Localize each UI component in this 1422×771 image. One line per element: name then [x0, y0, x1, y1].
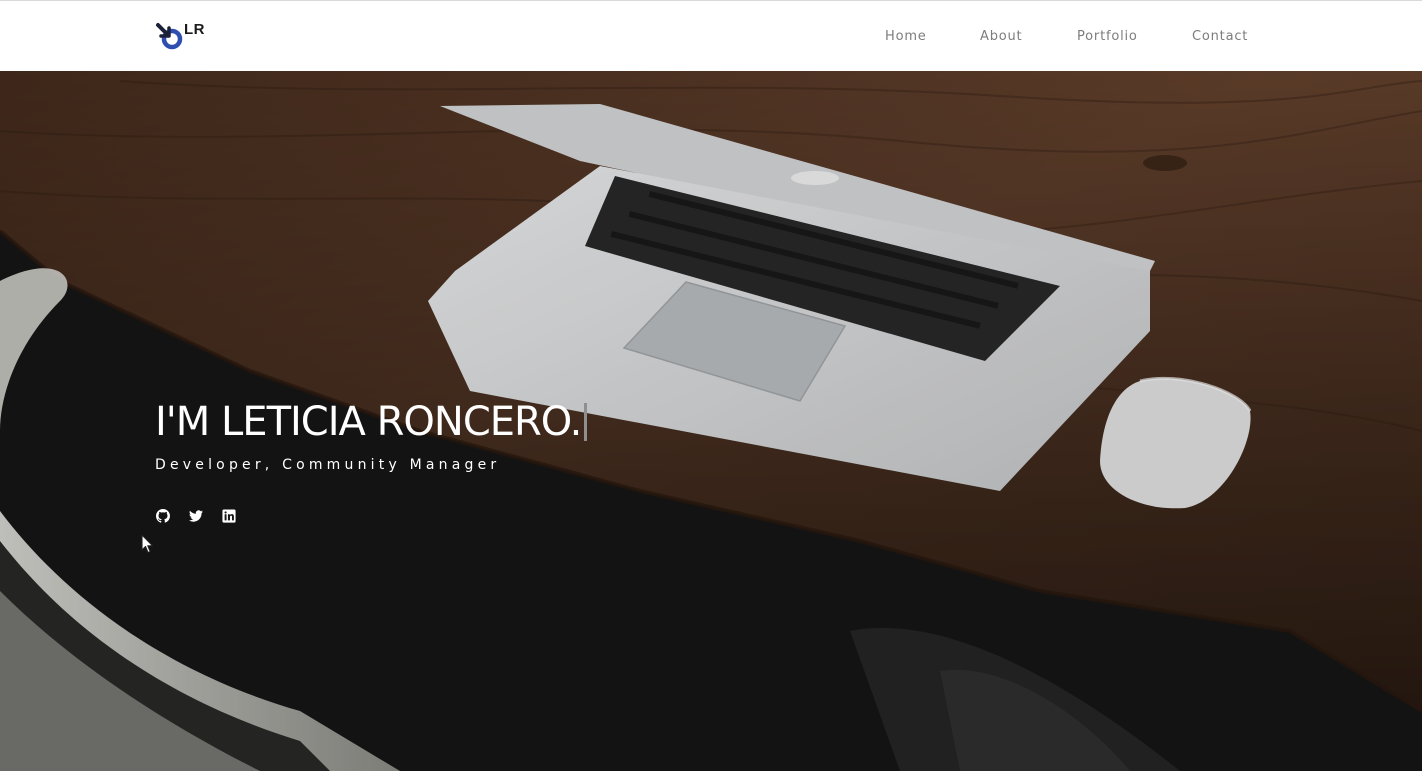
- nav-about[interactable]: About: [980, 29, 1022, 44]
- mouse-pointer-icon: [141, 534, 154, 554]
- twitter-link[interactable]: [188, 508, 204, 524]
- linkedin-icon: [222, 509, 236, 523]
- nav-home[interactable]: Home: [885, 29, 927, 44]
- nav-contact[interactable]: Contact: [1192, 29, 1248, 44]
- github-icon: [156, 509, 170, 523]
- hero-section: I'M LETICIA RONCERO. Developer, Communit…: [0, 71, 1422, 771]
- hero-headline: I'M LETICIA RONCERO.: [155, 399, 588, 445]
- linkedin-link[interactable]: [221, 508, 237, 524]
- nav-portfolio[interactable]: Portfolio: [1077, 29, 1138, 44]
- typing-caret: [584, 403, 588, 441]
- main-nav: Home About Portfolio Contact: [0, 29, 1422, 47]
- twitter-icon: [189, 510, 203, 522]
- github-link[interactable]: [155, 508, 171, 524]
- hero-headline-text: I'M LETICIA RONCERO.: [155, 399, 582, 445]
- site-header: LR Home About Portfolio Contact: [0, 0, 1422, 71]
- hero-subtitle: Developer, Community Manager: [155, 457, 501, 473]
